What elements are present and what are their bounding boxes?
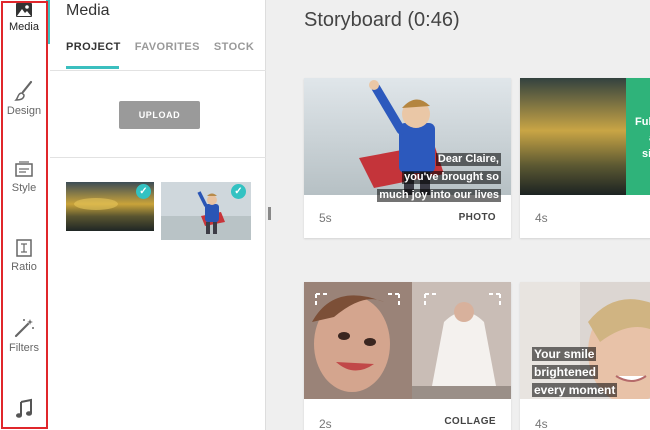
rail-highlight-outline: [1, 1, 48, 429]
image-icon: [16, 3, 32, 17]
card-caption: Your smile brightened every moment: [532, 345, 618, 399]
card-type-label: PHOTO: [458, 212, 496, 223]
media-thumbnail[interactable]: ✓: [161, 182, 251, 240]
caption-line: si: [642, 148, 650, 160]
caption-line: a: [635, 130, 650, 146]
caption-line: every moment: [532, 383, 618, 397]
ratio-icon: [16, 239, 32, 257]
collage-image: [304, 282, 511, 399]
caption-line: brightened: [532, 365, 598, 379]
panel-resize-handle[interactable]: [268, 207, 271, 220]
rail-label-media: Media: [9, 21, 39, 33]
music-note-icon: [16, 398, 32, 418]
tab-project[interactable]: PROJECT: [66, 41, 121, 53]
card-duration: 2s: [319, 417, 332, 430]
selected-check-icon: ✓: [231, 184, 246, 199]
rail-label-design: Design: [6, 105, 42, 117]
storyboard-card[interactable]: 2s COLLAGE: [304, 282, 511, 430]
rail-label-filters: Filters: [9, 342, 39, 354]
media-tabs: PROJECT FAVORITES STOCK: [66, 41, 254, 53]
rail-item-ratio[interactable]: Ratio: [0, 238, 48, 273]
selected-check-icon: ✓: [136, 184, 151, 199]
media-thumbnail[interactable]: ✓: [66, 182, 154, 231]
tool-rail: Media Design Style Ratio Filters: [0, 0, 50, 430]
caption-line: Your smile: [532, 347, 597, 361]
active-tab-underline: [66, 66, 119, 69]
card-image: [304, 282, 511, 399]
tab-favorites[interactable]: FAVORITES: [135, 41, 200, 53]
tab-stock[interactable]: STOCK: [214, 41, 254, 53]
upload-button[interactable]: UPLOAD: [119, 101, 200, 129]
rail-item-filters[interactable]: Filters: [0, 317, 48, 354]
style-icon: [15, 161, 33, 177]
divider: [50, 70, 266, 71]
storyboard-title: Storyboard (0:46): [304, 9, 460, 31]
card-duration: 4s: [535, 211, 548, 225]
storyboard-card[interactable]: Ful a si 4s: [520, 78, 650, 238]
bokeh-landscape-image: [520, 78, 650, 195]
caption-line: Ful: [635, 116, 650, 128]
card-duration: 4s: [535, 417, 548, 430]
card-type-label: COLLAGE: [444, 416, 496, 427]
caption-line: Dear Claire,: [435, 153, 501, 166]
rail-item-style[interactable]: Style: [0, 161, 48, 194]
card-image: [520, 78, 650, 195]
rail-item-music[interactable]: [0, 398, 48, 420]
card-duration: 5s: [319, 211, 332, 225]
rail-item-media[interactable]: Media: [0, 2, 48, 33]
media-panel: Media PROJECT FAVORITES STOCK UPLOAD ✓ ✓: [50, 0, 266, 430]
caption-line: much joy into our lives: [377, 189, 501, 202]
rail-label-ratio: Ratio: [11, 261, 37, 273]
rail-label-style: Style: [11, 182, 37, 194]
storyboard-card[interactable]: Your smile brightened every moment 4s: [520, 282, 650, 430]
divider: [50, 157, 266, 158]
brush-icon: [14, 80, 33, 101]
storyboard-card[interactable]: Dear Claire, you've brought so much joy …: [304, 78, 511, 238]
panel-title: Media: [66, 2, 110, 19]
card-caption: Ful a si: [635, 114, 650, 162]
magic-wand-icon: [14, 319, 34, 338]
caption-line: you've brought so: [402, 171, 501, 184]
rail-item-design[interactable]: Design: [0, 80, 48, 117]
card-caption: Dear Claire, you've brought so much joy …: [377, 149, 501, 203]
